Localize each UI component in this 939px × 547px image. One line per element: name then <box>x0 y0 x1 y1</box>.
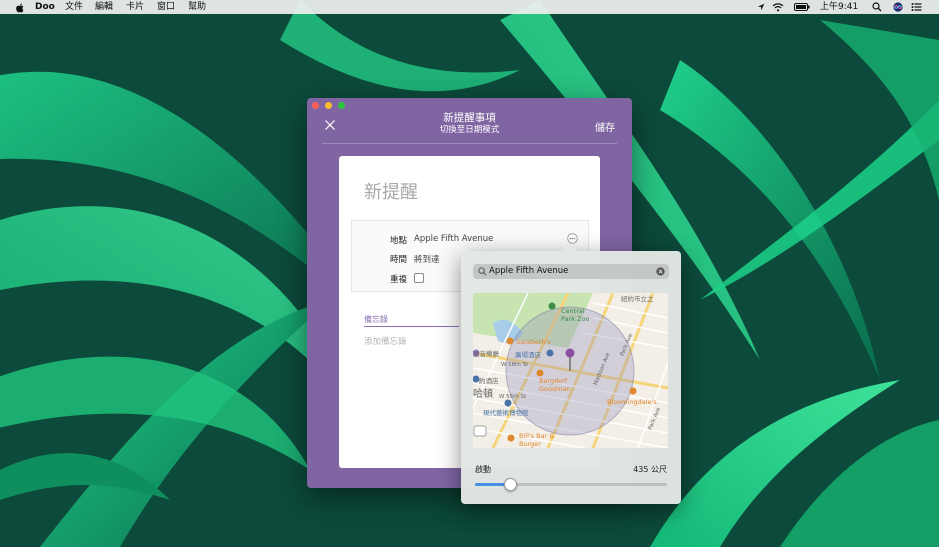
map-label-w-58th: W 58th St <box>501 362 529 368</box>
menu-window[interactable]: 窗口 <box>157 0 175 14</box>
battery-icon[interactable] <box>794 3 810 11</box>
menubar-clock[interactable]: 上午9:41 <box>820 0 858 14</box>
radius-value: 435 公尺 <box>633 465 667 474</box>
siri-icon[interactable] <box>893 2 903 12</box>
map-label-bills-bar: Bill's Bar & Burger <box>519 432 555 448</box>
map-label-w-55th: W 55th St <box>499 394 527 400</box>
map-label-music-hall: 嘉音樂廳 <box>473 350 499 358</box>
map-label-sarabeths: Sarabeth's <box>516 338 551 346</box>
spotlight-search-icon[interactable] <box>872 2 882 12</box>
switch-date-mode-link[interactable]: 切換至日期模式 <box>307 123 632 135</box>
title-divider <box>322 143 617 144</box>
repeat-label: 重複 <box>390 275 408 285</box>
location-popover: Apple Fifth Avenue 紐約市立之 Central Park Zo… <box>461 242 681 504</box>
apple-menu-icon[interactable] <box>15 1 24 15</box>
menu-file[interactable]: 文件 <box>65 0 83 14</box>
map-label-bergdorf-goodman: Bergdorf Goodman <box>539 377 571 393</box>
menu-edit[interactable]: 編輯 <box>95 0 113 14</box>
window-minimize-button[interactable] <box>325 102 332 109</box>
map-label-moma: 現代藝術博物館 <box>483 409 529 417</box>
notes-label: 備忘錄 <box>364 315 388 324</box>
radius-slider-knob[interactable] <box>503 478 517 491</box>
search-icon <box>478 267 487 276</box>
menu-help[interactable]: 幫助 <box>188 0 206 14</box>
notes-underline <box>364 326 459 327</box>
reminder-title-input[interactable]: 新提醒 <box>364 178 418 204</box>
search-input[interactable]: Apple Fifth Avenue <box>489 266 568 276</box>
save-button[interactable]: 儲存 <box>595 119 615 134</box>
notification-center-icon[interactable] <box>911 2 922 12</box>
wifi-icon[interactable] <box>772 2 784 12</box>
map-label-plaza-hotel: 廣場酒店 <box>515 351 541 359</box>
repeat-checkbox[interactable] <box>414 273 424 283</box>
location-arrow-icon[interactable] <box>757 3 765 11</box>
map-label-bloomingdales: Bloomingdale's <box>607 398 657 406</box>
map-label-hotel: 約酒店 <box>479 377 499 385</box>
menu-bar: Doo 文件 編輯 卡片 窗口 幫助 上午9:41 <box>0 0 939 14</box>
window-close-button[interactable] <box>312 102 319 109</box>
notes-input[interactable]: 添加備忘錄 <box>364 335 407 347</box>
radius-label: 啟動 <box>475 465 491 474</box>
map-label-central-park-zoo: Central Park Zoo <box>561 307 590 323</box>
map-label-manhattan: 哈頓 <box>473 389 493 400</box>
time-label: 時間 <box>390 255 408 265</box>
app-menu[interactable]: Doo <box>35 0 55 14</box>
window-zoom-button[interactable] <box>338 102 345 109</box>
location-map[interactable]: 紐約市立之 Central Park Zoo Sarabeth's 嘉音樂廳 廣… <box>473 293 668 448</box>
location-label: 地點 <box>390 236 408 246</box>
time-trigger-value[interactable]: 將到達 <box>414 253 440 265</box>
radius-slider[interactable] <box>475 478 667 491</box>
clear-search-icon[interactable] <box>656 267 665 276</box>
menu-card[interactable]: 卡片 <box>126 0 144 14</box>
location-search-field[interactable]: Apple Fifth Avenue <box>473 264 669 279</box>
location-value[interactable]: Apple Fifth Avenue <box>414 234 493 244</box>
map-label-museum: 紐約市立之 <box>621 295 654 303</box>
